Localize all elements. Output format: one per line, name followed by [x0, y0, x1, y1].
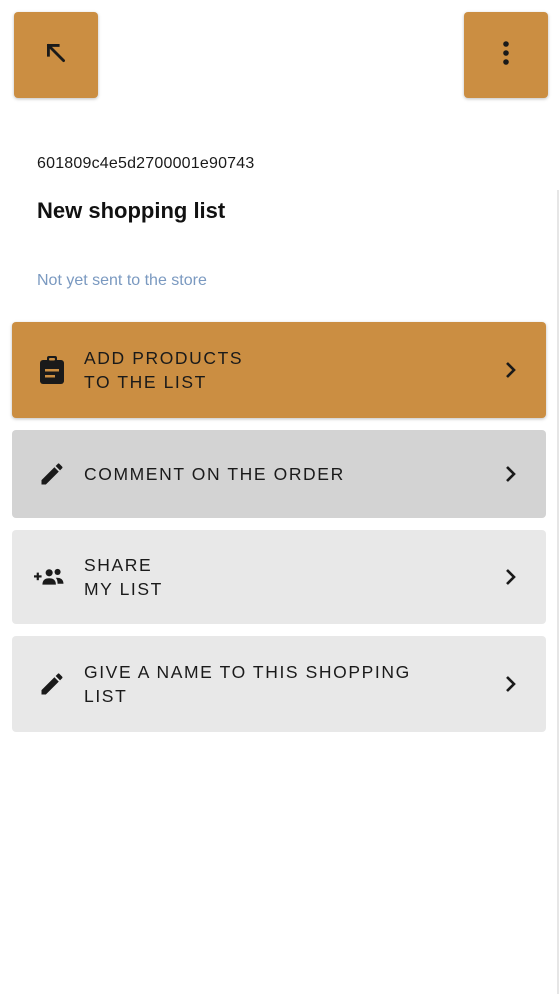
pencil-icon — [38, 670, 66, 698]
back-button[interactable] — [14, 12, 98, 98]
order-status: Not yet sent to the store — [37, 272, 207, 289]
chevron-right-icon — [504, 568, 516, 586]
shopping-list-page: 601809c4e5d2700001e90743 New shopping li… — [0, 0, 560, 994]
comment-order-label: COMMENT ON THE ORDER — [84, 464, 345, 484]
clipboard-icon — [38, 355, 66, 385]
add-products-label: ADD PRODUCTS TO THE LIST — [84, 348, 244, 392]
arrow-up-left-icon — [43, 40, 69, 71]
vertical-dots-icon — [502, 40, 510, 71]
comment-order-button[interactable]: COMMENT ON THE ORDER — [12, 430, 546, 518]
pencil-icon — [38, 460, 66, 488]
add-group-icon — [34, 565, 66, 589]
rename-list-label: GIVE A NAME TO THIS SHOPPING LIST — [84, 662, 411, 706]
more-options-button[interactable] — [464, 12, 548, 98]
add-products-button[interactable]: ADD PRODUCTS TO THE LIST — [12, 322, 546, 418]
chevron-right-icon — [504, 361, 516, 379]
share-list-label: SHARE MY LIST — [84, 555, 163, 599]
rename-list-button[interactable]: GIVE A NAME TO THIS SHOPPING LIST — [12, 636, 546, 732]
scrollbar-track — [557, 190, 559, 994]
list-id: 601809c4e5d2700001e90743 — [37, 155, 255, 172]
chevron-right-icon — [504, 465, 516, 483]
share-list-button[interactable]: SHARE MY LIST — [12, 530, 546, 624]
chevron-right-icon — [504, 675, 516, 693]
page-title: New shopping list — [37, 198, 226, 223]
